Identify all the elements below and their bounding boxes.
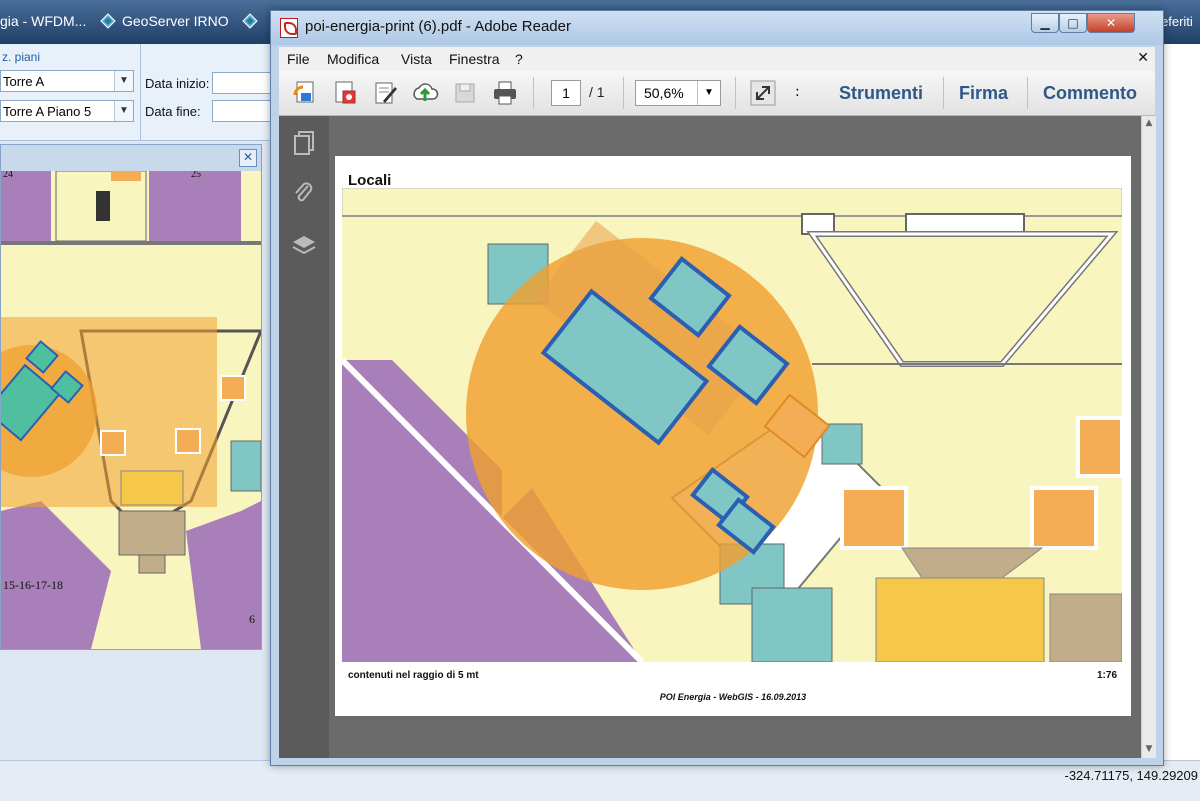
- map-room-label: 6: [249, 612, 255, 626]
- pages-icon[interactable]: [291, 130, 317, 156]
- adobe-reader-window: poi-energia-print (6).pdf - Adobe Reader…: [270, 10, 1164, 766]
- scroll-down-icon[interactable]: ▼: [1144, 744, 1154, 754]
- scroll-up-icon[interactable]: ▲: [1144, 118, 1154, 128]
- chevron-down-icon[interactable]: ▼: [697, 81, 720, 105]
- tower-select-value: Torre A: [3, 74, 45, 89]
- document-caption: contenuti nel raggio di 5 mt: [348, 670, 479, 681]
- menu-file[interactable]: File: [287, 51, 310, 67]
- zoom-select[interactable]: 50,6% ▼: [635, 80, 721, 106]
- window-title: poi-energia-print (6).pdf - Adobe Reader: [305, 18, 571, 35]
- geoserver-icon: [100, 13, 116, 29]
- zoom-value: 50,6%: [644, 85, 684, 101]
- toolbar-separator: [623, 77, 624, 109]
- save-icon[interactable]: [451, 79, 479, 107]
- map-window: ✕ 15-16-17-18 6 24 25: [0, 144, 262, 650]
- map-coordinates: -324.71175, 149.29209: [1064, 768, 1199, 783]
- browser-tab-geoserver-2[interactable]: [242, 10, 264, 32]
- map-room-label: 24: [3, 171, 13, 180]
- start-date-input[interactable]: [212, 72, 272, 94]
- window-titlebar[interactable]: poi-energia-print (6).pdf - Adobe Reader…: [271, 11, 1163, 45]
- panel-header: z. piani: [2, 50, 41, 64]
- toolbar-separator: [943, 77, 944, 109]
- document-area[interactable]: Locali contenuti nel raggio di 5 mt 1:76…: [329, 116, 1141, 758]
- toolbar: 1 / 1 50,6% ▼ : Strumenti Firma Commento: [279, 71, 1155, 116]
- document-footer: POI Energia - WebGIS - 16.09.2013: [659, 692, 807, 702]
- menu-vista[interactable]: Vista: [401, 51, 432, 67]
- start-date-label: Data inizio:: [145, 76, 210, 91]
- menu-bar: File Modifica Vista Finestra ? ✕: [279, 47, 1155, 72]
- browser-tab-geoserver[interactable]: GeoServer IRNO: [100, 10, 229, 32]
- tower-select[interactable]: Torre A ▼: [0, 70, 134, 92]
- cloud-upload-icon[interactable]: [411, 79, 439, 107]
- fit-page-icon[interactable]: [749, 79, 777, 107]
- menu-help[interactable]: ?: [515, 51, 523, 67]
- floor-selection-panel: z. piani Torre A ▼ Torre A Piano 5 ▼ Dat…: [0, 44, 272, 141]
- floor-select-value: Torre A Piano 5: [3, 104, 92, 119]
- combine-files-icon[interactable]: [331, 79, 359, 107]
- edit-document-icon[interactable]: [371, 79, 399, 107]
- floor-map[interactable]: 15-16-17-18 6 24 25: [1, 171, 261, 649]
- document-floor-plan: [342, 188, 1122, 662]
- end-date-label: Data fine:: [145, 104, 201, 119]
- create-pdf-icon[interactable]: [291, 79, 319, 107]
- geoserver-icon: [242, 13, 258, 29]
- navigation-pane: [279, 116, 329, 758]
- sign-button[interactable]: Firma: [959, 83, 1008, 104]
- map-room-label: 25: [191, 171, 201, 180]
- map-room-label: 15-16-17-18: [3, 578, 63, 592]
- panel-divider: [140, 44, 141, 140]
- floor-select[interactable]: Torre A Piano 5 ▼: [0, 100, 134, 122]
- pdf-page: Locali contenuti nel raggio di 5 mt 1:76…: [335, 156, 1131, 716]
- menu-modifica[interactable]: Modifica: [327, 51, 379, 67]
- document-title: Locali: [348, 172, 392, 189]
- chevron-down-icon[interactable]: ▼: [114, 71, 133, 91]
- pdf-icon: [280, 18, 298, 38]
- browser-tab-wfdm[interactable]: gia - WFDM...: [0, 10, 86, 32]
- close-document-icon[interactable]: ✕: [1137, 50, 1149, 66]
- document-scale: 1:76: [1096, 670, 1117, 681]
- browser-tab-label: gia - WFDM...: [0, 13, 87, 29]
- more-options-icon[interactable]: :: [795, 84, 800, 100]
- browser-right-area: [1160, 44, 1200, 760]
- toolbar-separator: [533, 77, 534, 109]
- close-button[interactable]: ✕: [1087, 13, 1135, 33]
- minimize-button[interactable]: ▁: [1031, 13, 1059, 33]
- layers-icon[interactable]: [291, 232, 317, 258]
- comment-button[interactable]: Commento: [1043, 83, 1137, 104]
- maximize-button[interactable]: □: [1059, 13, 1087, 33]
- close-icon[interactable]: ✕: [239, 149, 257, 167]
- chevron-down-icon[interactable]: ▼: [114, 101, 133, 121]
- attachment-icon[interactable]: [291, 180, 317, 206]
- vertical-scrollbar[interactable]: ▲ ▼: [1141, 116, 1156, 758]
- favorites-label[interactable]: eferiti: [1161, 14, 1193, 29]
- browser-tab-label: GeoServer IRNO: [122, 13, 229, 29]
- page-number-input[interactable]: 1: [551, 80, 581, 106]
- menu-finestra[interactable]: Finestra: [449, 51, 500, 67]
- toolbar-separator: [1027, 77, 1028, 109]
- page-total: / 1: [589, 84, 605, 100]
- print-icon[interactable]: [491, 79, 519, 107]
- browser-status-bar: [0, 760, 1200, 801]
- toolbar-separator: [735, 77, 736, 109]
- end-date-input[interactable]: [212, 100, 272, 122]
- tools-button[interactable]: Strumenti: [839, 83, 923, 104]
